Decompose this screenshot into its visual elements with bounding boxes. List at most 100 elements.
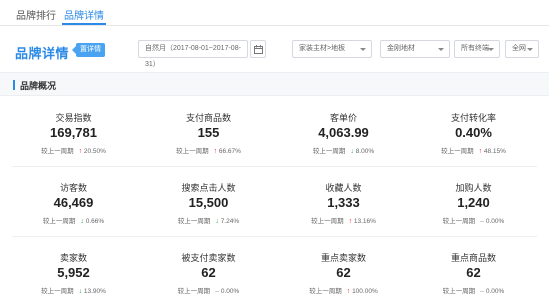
compare-label: 较上一周期 [309,288,342,295]
metric-value: 169,781 [50,125,97,140]
tab-brand-ranking[interactable]: 品牌排行 [16,7,56,22]
metric-label: 被支付卖家数 [181,253,236,263]
arrow-down-icon: ↓ [80,218,84,225]
date-range-value: 自然月（2017-08-01~2017-08-31） [145,45,241,68]
metric-label: 加购人数 [455,183,492,193]
metric-label: 收藏人数 [325,183,362,193]
metric-compare: 较上一周期 ↑ 13.16% [275,215,412,225]
metric-change: 13.90% [83,288,106,295]
metric-change: 13.16% [353,218,376,225]
compare-label: 较上一周期 [41,148,74,155]
compare-label: 较上一周期 [442,218,476,225]
metric-card: 客单价 4,063.99 较上一周期 ↓ 8.00% [275,96,412,166]
page-header: 品牌详情 置详情 自然月（2017-08-01~2017-08-31） 家装主材… [0,26,549,72]
arrow-down-icon: ↓ [350,148,354,155]
metric-compare: 较上一周期 ↓ 13.90% [5,285,142,295]
metric-value: 15,500 [188,195,229,210]
compare-label: 较上一周期 [177,218,211,225]
network-select[interactable]: 全网 [505,40,539,58]
metric-label: 卖家数 [59,253,87,263]
metric-value: 62 [336,265,351,280]
metric-label: 搜索点击人数 [181,183,236,193]
arrow-up-icon: ↑ [78,148,83,155]
metric-value: 1,240 [457,195,490,210]
date-range-select[interactable]: 自然月（2017-08-01~2017-08-31） [138,40,248,68]
brand-value: 金刚地材 [387,45,415,52]
metric-value: 1,333 [327,195,360,210]
metric-compare: 较上一周期 – 0.00% [405,285,542,295]
metric-value: 155 [197,125,220,140]
metric-card: 重点卖家数 62 较上一周期 ↑ 100.00% [275,236,412,306]
metric-compare: 较上一周期 ↑ 48.15% [405,145,542,155]
metric-change: 20.50% [83,148,106,155]
metric-label: 交易指数 [55,113,92,123]
metric-card: 重点商品数 62 较上一周期 – 0.00% [405,236,542,306]
metric-card: 加购人数 1,240 较上一周期 – 0.00% [405,166,542,236]
metric-label: 支付商品数 [185,113,231,123]
section-accent-bar [13,80,15,90]
section-header: 品牌概况 [0,72,549,96]
metric-card: 交易指数 169,781 较上一周期 ↑ 20.50% [5,96,142,166]
compare-label: 较上一周期 [311,218,344,225]
metric-value: 4,063.99 [318,125,369,140]
arrow-up-icon: ↑ [346,288,351,295]
metric-change: 48.15% [483,148,506,155]
chevron-down-icon [360,48,366,51]
chevron-down-icon [527,48,533,51]
metric-compare: 较上一周期 ↓ 0.66% [5,215,142,225]
metric-change: 66.67% [218,148,241,155]
metric-compare: 较上一周期 ↓ 8.00% [275,145,412,155]
metric-card: 访客数 46,469 较上一周期 ↓ 0.66% [5,166,142,236]
metric-card: 被支付卖家数 62 较上一周期 – 0.00% [140,236,277,306]
category-select[interactable]: 家装主材>地板 [292,40,372,58]
metric-change: 8.00% [355,148,375,155]
metric-card: 支付商品数 155 较上一周期 ↑ 66.67% [140,96,277,166]
metric-card: 搜索点击人数 15,500 较上一周期 ↓ 7.24% [140,166,277,236]
metric-label: 重点卖家数 [320,253,366,263]
arrow-down-icon: ↓ [215,218,219,225]
metric-label: 支付转化率 [450,113,496,123]
dash-icon: – [215,288,220,295]
network-value: 全网 [512,45,526,52]
chevron-down-icon [438,48,444,51]
metric-value: 62 [466,265,481,280]
metric-change: 100.00% [352,288,378,295]
metric-value: 46,469 [53,195,94,210]
arrow-down-icon: ↓ [78,288,83,295]
page-title: 品牌详情 [15,46,70,61]
metric-change: 0.66% [85,218,105,225]
arrow-up-icon: ↑ [213,148,218,155]
section-title: 品牌概况 [20,81,57,91]
metric-compare: 较上一周期 ↓ 7.24% [140,215,277,225]
calendar-button[interactable] [250,40,266,58]
metric-change: 0.00% [220,288,240,295]
arrow-up-icon: ↑ [478,148,483,155]
compare-label: 较上一周期 [441,148,474,155]
metric-compare: 较上一周期 ↑ 66.67% [140,145,277,155]
compare-label: 较上一周期 [442,288,476,295]
compare-label: 较上一周期 [177,288,211,295]
metric-value: 0.40% [455,125,492,140]
metric-compare: 较上一周期 – 0.00% [405,215,542,225]
metric-compare: 较上一周期 ↑ 20.50% [5,145,142,155]
dash-icon: – [480,288,485,295]
metric-label: 重点商品数 [450,253,496,263]
channel-select[interactable]: 所有终端 [454,40,500,58]
metric-compare: 较上一周期 – 0.00% [140,285,277,295]
title-badge: 置详情 [72,43,105,57]
category-value: 家装主材>地板 [299,45,346,52]
dash-icon: – [480,218,485,225]
brand-select[interactable]: 金刚地材 [380,40,450,58]
channel-value: 所有终端 [461,45,489,52]
metric-value: 62 [201,265,216,280]
metrics-grid: 交易指数 169,781 较上一周期 ↑ 20.50% 支付商品数 155 较上一… [0,96,549,306]
metric-label: 客单价 [329,113,357,123]
compare-label: 较上一周期 [42,218,76,225]
compare-label: 较上一周期 [312,148,346,155]
metric-change: 0.00% [485,218,505,225]
tab-brand-details[interactable]: 品牌详情 [62,7,106,25]
metric-change: 0.00% [485,288,505,295]
top-navigation: 品牌排行 品牌详情 [0,0,549,26]
metric-value: 5,952 [57,265,90,280]
metric-label: 访客数 [59,183,87,193]
